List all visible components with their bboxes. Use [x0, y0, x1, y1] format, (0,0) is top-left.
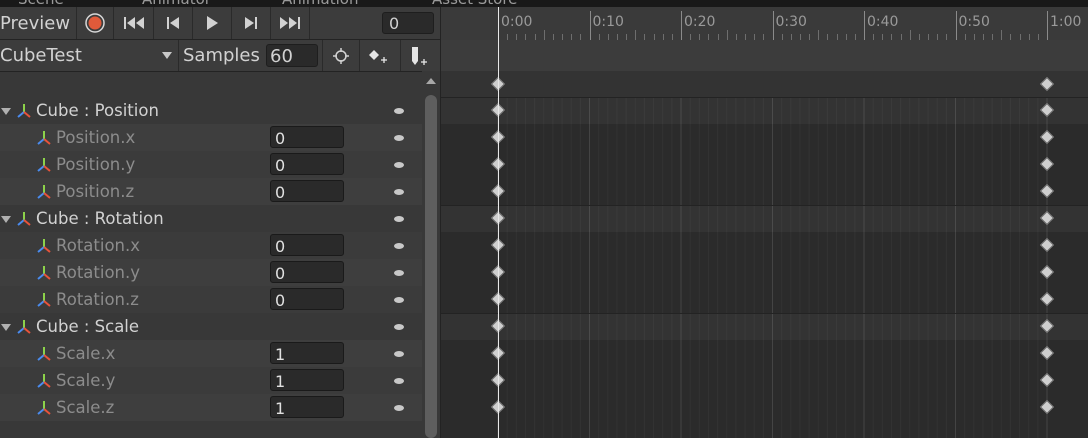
- property-label: Cube : Scale: [36, 317, 140, 336]
- property-row[interactable]: Rotation.z 0: [0, 286, 422, 313]
- skip-to-end-icon: [280, 17, 300, 29]
- transform-axis-icon: [37, 401, 51, 415]
- property-label: Scale.z: [56, 398, 115, 417]
- row-options-icon[interactable]: [394, 135, 404, 141]
- transform-axis-icon: [37, 293, 51, 307]
- property-label: Rotation.y: [56, 263, 141, 282]
- property-value-input[interactable]: 0: [270, 234, 344, 256]
- foldout-arrow-icon[interactable]: [1, 108, 11, 115]
- snap-button[interactable]: [322, 40, 359, 71]
- row-options-icon[interactable]: [394, 297, 404, 303]
- property-value-input[interactable]: 0: [270, 288, 344, 310]
- clip-toolbar: CubeTest Samples 60: [0, 40, 440, 72]
- property-value-input[interactable]: 1: [270, 342, 344, 364]
- property-row[interactable]: Rotation.y 0: [0, 259, 422, 286]
- row-options-icon[interactable]: [394, 351, 404, 357]
- playback-toolbar: Preview 0: [0, 7, 440, 40]
- add-event-icon: [412, 46, 427, 65]
- skip-to-start-icon: [123, 17, 144, 29]
- property-row[interactable]: Scale.y 1: [0, 367, 422, 394]
- scroll-up-icon[interactable]: [426, 78, 436, 84]
- property-label: Cube : Rotation: [36, 209, 164, 228]
- property-row[interactable]: Position.x 0: [0, 124, 422, 151]
- property-list-scrollbar[interactable]: [422, 71, 440, 438]
- property-label: Cube : Position: [36, 101, 159, 120]
- property-value-input[interactable]: 0: [270, 153, 344, 175]
- transform-axis-icon: [37, 374, 51, 388]
- last-keyframe-button[interactable]: [271, 7, 310, 39]
- add-keyframe-button[interactable]: [359, 40, 396, 71]
- transform-axis-icon: [37, 266, 51, 280]
- first-keyframe-button[interactable]: [114, 7, 154, 39]
- foldout-arrow-icon[interactable]: [1, 216, 11, 223]
- dropdown-arrow-icon: [162, 52, 172, 59]
- property-value-input[interactable]: 0: [270, 261, 344, 283]
- transform-axis-icon: [37, 185, 51, 199]
- add-keyframe-icon: [369, 49, 387, 63]
- property-group-row[interactable]: Cube : Rotation: [0, 205, 422, 232]
- clip-name: CubeTest: [0, 45, 82, 66]
- previous-keyframe-button[interactable]: [154, 7, 193, 39]
- property-row[interactable]: Position.y 0: [0, 151, 422, 178]
- property-value-input[interactable]: 0: [270, 126, 344, 148]
- transform-axis-icon: [17, 212, 31, 226]
- add-event-button[interactable]: [400, 40, 437, 71]
- property-label: Scale.y: [56, 371, 116, 390]
- transform-axis-icon: [37, 158, 51, 172]
- dopesheet-grid: [441, 97, 1088, 438]
- property-label: Rotation.z: [56, 290, 139, 309]
- group-row-band: [441, 97, 1088, 124]
- transform-axis-icon: [37, 239, 51, 253]
- step-back-icon: [167, 17, 179, 29]
- row-options-icon[interactable]: [394, 189, 404, 195]
- step-forward-icon: [245, 17, 257, 29]
- property-label: Rotation.x: [56, 236, 141, 255]
- property-label: Scale.x: [56, 344, 116, 363]
- property-value-input[interactable]: 0: [270, 180, 344, 202]
- property-row[interactable]: Position.z 0: [0, 178, 422, 205]
- row-options-icon[interactable]: [394, 378, 404, 384]
- transform-axis-icon: [37, 347, 51, 361]
- transform-axis-icon: [17, 104, 31, 118]
- next-keyframe-button[interactable]: [232, 7, 271, 39]
- row-options-icon[interactable]: [394, 243, 404, 249]
- playhead[interactable]: [498, 7, 499, 438]
- samples-input[interactable]: 60: [266, 44, 318, 67]
- row-options-icon[interactable]: [394, 216, 404, 222]
- property-value-input[interactable]: 1: [270, 396, 344, 418]
- row-options-icon[interactable]: [394, 162, 404, 168]
- property-row[interactable]: Scale.z 1: [0, 394, 422, 421]
- samples-label: Samples: [183, 45, 260, 66]
- editor-tab-strip: Scene Animator Animation Asset Store: [0, 0, 1088, 8]
- scrollbar-thumb[interactable]: [425, 95, 437, 438]
- play-icon: [207, 16, 218, 30]
- frame-input[interactable]: 0: [382, 12, 434, 34]
- group-row-band: [441, 205, 1088, 232]
- transform-axis-icon: [17, 320, 31, 334]
- record-icon: [85, 13, 105, 33]
- property-label: Position.z: [56, 182, 135, 201]
- property-group-row[interactable]: Cube : Scale: [0, 313, 422, 340]
- row-options-icon[interactable]: [394, 405, 404, 411]
- crosshair-icon: [333, 47, 349, 64]
- preview-button[interactable]: Preview: [0, 7, 77, 39]
- row-options-icon[interactable]: [394, 324, 404, 330]
- play-button[interactable]: [193, 7, 232, 39]
- property-label: Position.x: [56, 128, 136, 147]
- row-options-icon[interactable]: [394, 108, 404, 114]
- property-label: Position.y: [56, 155, 136, 174]
- record-button[interactable]: [77, 7, 114, 39]
- row-options-icon[interactable]: [394, 270, 404, 276]
- group-row-band: [441, 313, 1088, 340]
- transform-axis-icon: [37, 131, 51, 145]
- foldout-arrow-icon[interactable]: [1, 324, 11, 331]
- property-group-row[interactable]: Cube : Position: [0, 97, 422, 124]
- property-row[interactable]: Rotation.x 0: [0, 232, 422, 259]
- property-row[interactable]: Scale.x 1: [0, 340, 422, 367]
- clip-dropdown[interactable]: CubeTest: [0, 40, 179, 71]
- property-value-input[interactable]: 1: [270, 369, 344, 391]
